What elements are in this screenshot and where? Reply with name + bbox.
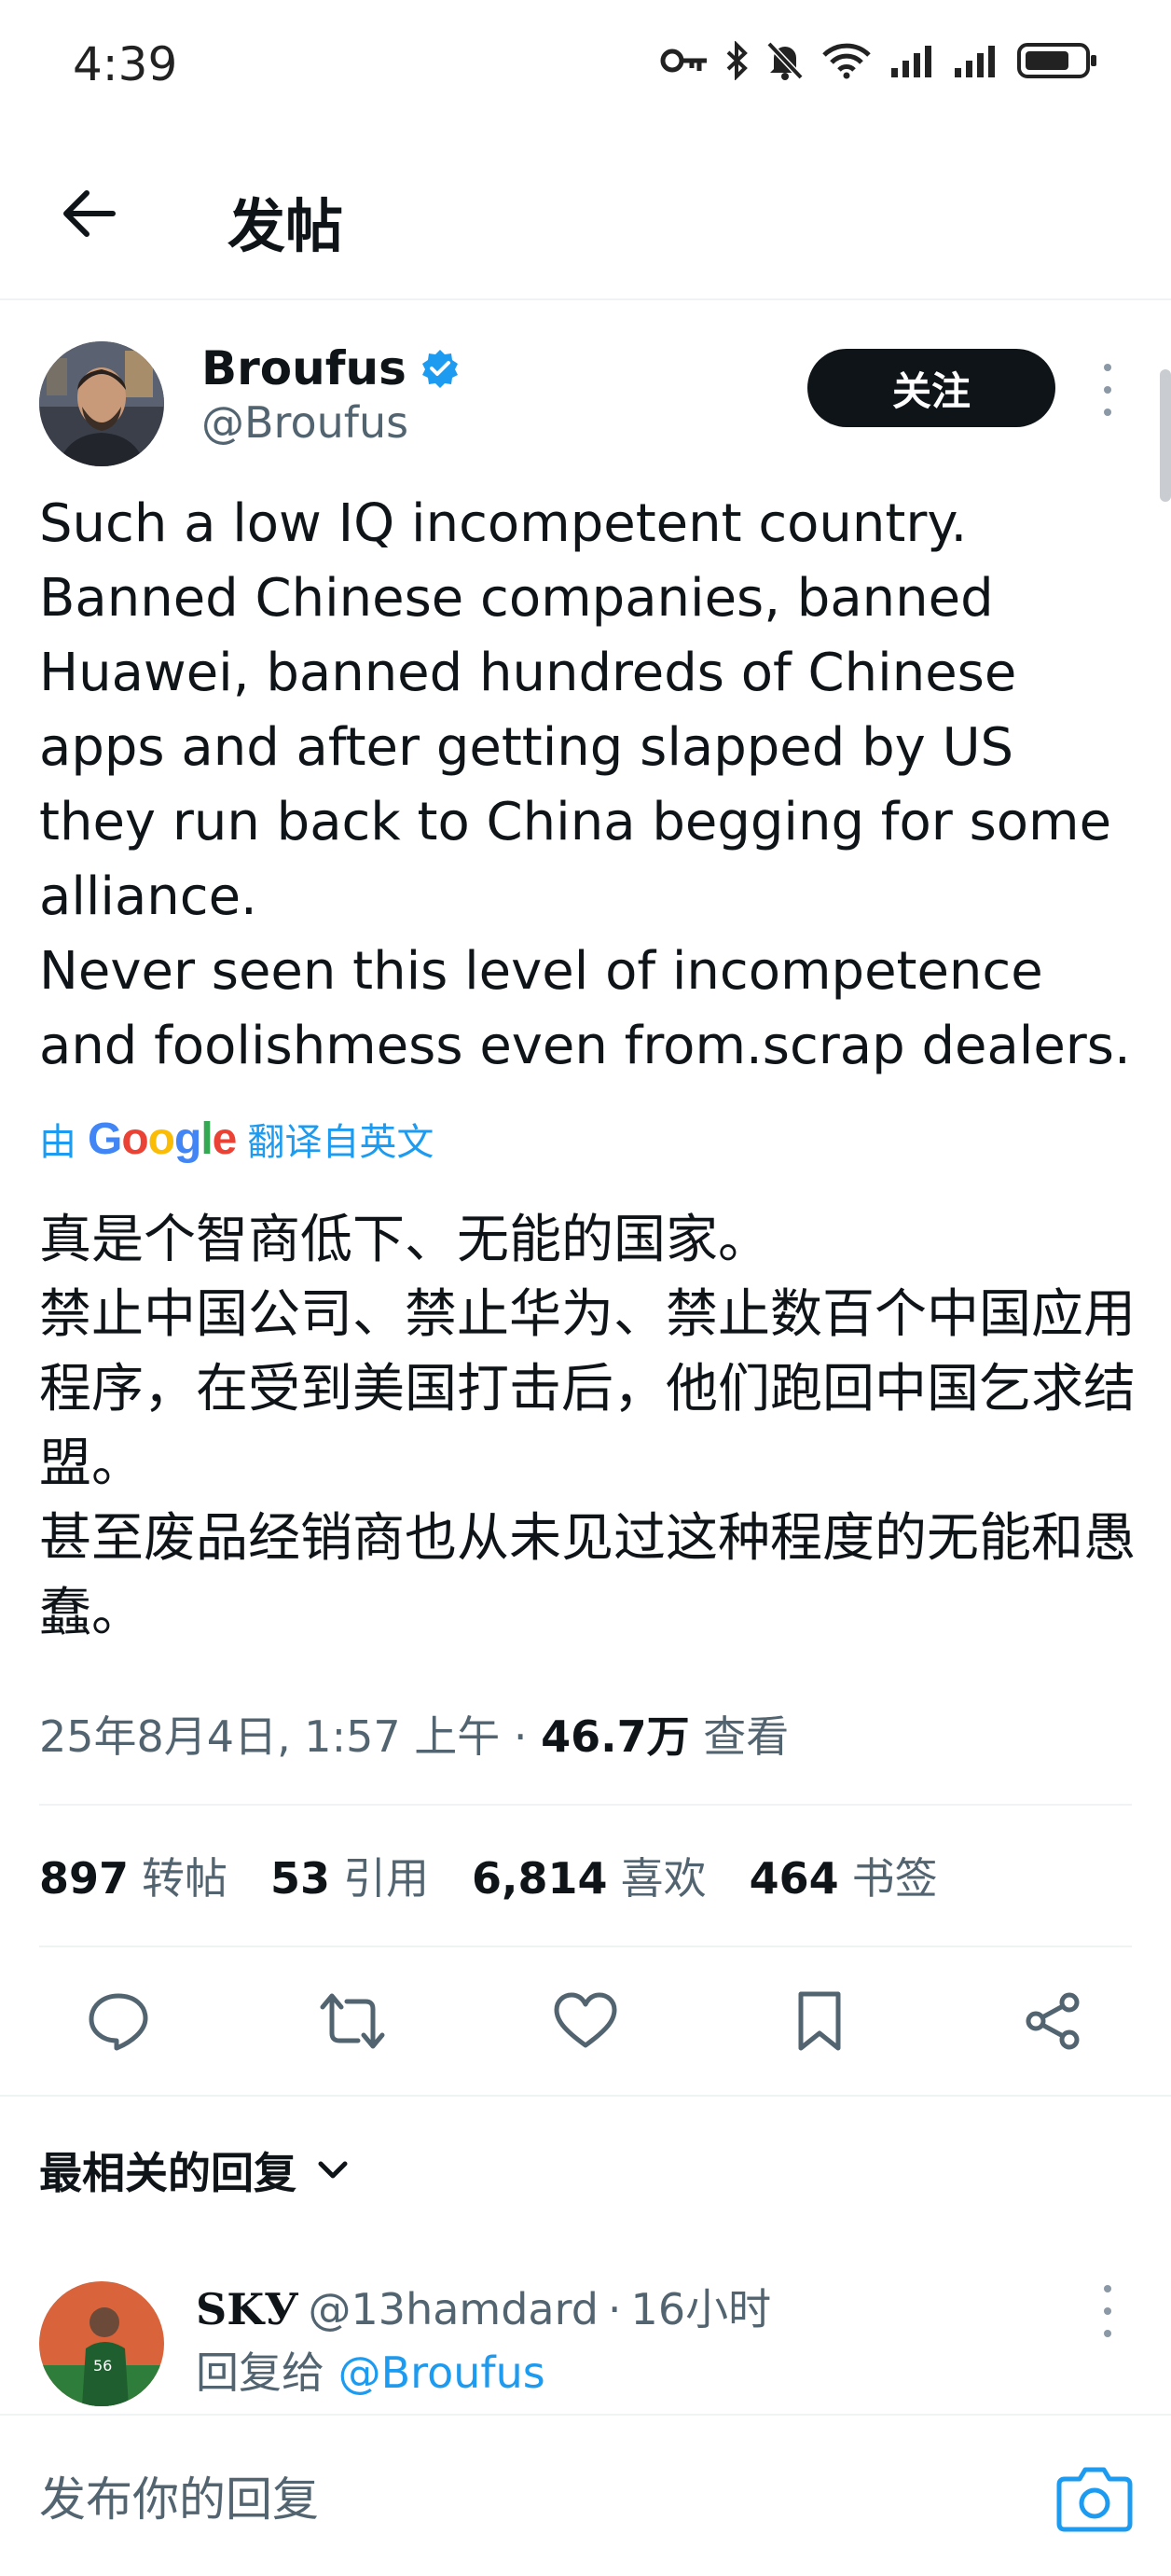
stat-bookmarks[interactable]: 464 书签: [750, 1845, 938, 1906]
header-divider: [0, 298, 1171, 300]
reply-to-prefix: 回复给: [196, 2347, 324, 2398]
reply-author-handle[interactable]: @13hamdard: [309, 2284, 599, 2334]
camera-button[interactable]: [1052, 2457, 1137, 2542]
share-icon: [1026, 1992, 1080, 2050]
wifi-icon: [820, 42, 873, 79]
back-arrow-icon: [63, 190, 116, 237]
reply-to-handle-link[interactable]: @Broufus: [338, 2347, 545, 2398]
reply-author-row[interactable]: SKУ @13hamdard · 16小时: [196, 2276, 771, 2337]
stats-divider: [39, 1946, 1132, 1947]
follow-button[interactable]: 关注: [807, 349, 1055, 427]
status-icons: [660, 41, 1098, 80]
like-icon: [554, 1992, 617, 2048]
stat-quotes[interactable]: 53 引用: [270, 1845, 429, 1906]
translation-attribution[interactable]: 由 Google 翻译自英文: [39, 1112, 434, 1166]
translate-suffix[interactable]: 翻译自英文: [247, 1112, 434, 1166]
reply-button[interactable]: [76, 1979, 160, 2063]
tweet-timestamp[interactable]: 25年8月4日, 1:57 上午: [39, 1711, 500, 1762]
reply-avatar[interactable]: 56: [39, 2281, 164, 2406]
tweet-meta: 25年8月4日, 1:57 上午 · 46.7万 查看: [39, 1703, 789, 1765]
bookmark-button[interactable]: [778, 1979, 861, 2063]
svg-text:56: 56: [93, 2357, 112, 2375]
author-name[interactable]: Broufus: [201, 341, 406, 395]
key-icon: [660, 47, 709, 75]
engagement-stats: 897 转帖 53 引用 6,814 喜欢 464 书签: [39, 1845, 938, 1906]
action-bar: [39, 1979, 1132, 2063]
share-button[interactable]: [1011, 1979, 1095, 2063]
translated-text: 真是个智商低下、无能的国家。 禁止中国公司、禁止华为、禁止数百个中国应用程序，在…: [39, 1210, 1136, 1643]
scrollbar[interactable]: [1160, 369, 1171, 502]
reply-sort-label: 最相关的回复: [39, 2148, 296, 2198]
repost-button[interactable]: [310, 1979, 394, 2063]
mute-icon: [766, 41, 804, 80]
bluetooth-icon: [725, 41, 750, 80]
status-time: 4:39: [73, 37, 178, 91]
reply-separator: ·: [607, 2284, 622, 2334]
battery-icon: [1016, 42, 1098, 79]
page-title: 发帖: [227, 192, 344, 260]
reply-author-name[interactable]: SKУ: [196, 2284, 299, 2334]
google-logo: Google: [88, 1114, 237, 1164]
signal-icon: [889, 44, 936, 77]
reply-input[interactable]: 发布你的回复: [39, 2462, 319, 2529]
translate-prefix: 由: [39, 1121, 76, 1164]
signal-icon: [953, 44, 999, 77]
view-label: 查看: [703, 1711, 790, 1762]
author-avatar[interactable]: [39, 341, 164, 466]
author-name-row[interactable]: Broufus: [201, 341, 461, 395]
reply-to-line: 回复给 @Broufus: [196, 2339, 545, 2401]
tweet-text: Such a low IQ incompetent country. Banne…: [39, 493, 1131, 1076]
reply-sort-dropdown[interactable]: 最相关的回复: [39, 2140, 349, 2201]
reply-icon: [89, 1993, 148, 2051]
view-count: 46.7万: [541, 1711, 690, 1762]
meta-divider: [39, 1804, 1132, 1806]
retweet-icon: [320, 1993, 384, 2049]
verified-badge-icon: [421, 350, 458, 388]
back-button[interactable]: [48, 173, 129, 254]
stat-reposts[interactable]: 897 转帖: [39, 1845, 227, 1906]
like-button[interactable]: [544, 1979, 627, 2063]
reply-time: 16小时: [630, 2284, 772, 2334]
camera-icon: [1056, 2467, 1133, 2532]
more-options-icon[interactable]: [1096, 364, 1119, 416]
reply-more-options-icon[interactable]: [1096, 2285, 1119, 2337]
meta-separator: ·: [513, 1711, 528, 1762]
actions-divider: [0, 2095, 1171, 2097]
stat-likes[interactable]: 6,814 喜欢: [472, 1845, 707, 1906]
author-handle[interactable]: @Broufus: [201, 397, 408, 448]
bookmark-icon: [798, 1991, 840, 2051]
chevron-down-icon: [318, 2161, 348, 2179]
